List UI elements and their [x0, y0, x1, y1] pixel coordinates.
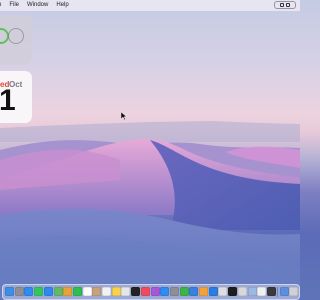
menu-item-window[interactable]: Window [23, 0, 52, 11]
textedit-icon[interactable] [257, 287, 267, 296]
contacts-icon[interactable] [92, 287, 102, 296]
activity-monitor-icon[interactable] [237, 287, 247, 296]
trash-icon[interactable] [289, 287, 299, 296]
xcode-icon[interactable] [208, 287, 218, 296]
iphone-mirroring-icon[interactable] [218, 287, 228, 296]
desktop-wallpaper [0, 121, 300, 300]
calendar-day: 1 [0, 84, 16, 117]
mail-icon[interactable] [43, 287, 53, 296]
keynote-icon[interactable] [189, 287, 199, 296]
notes-icon[interactable] [111, 287, 121, 296]
reminders-icon[interactable] [102, 287, 111, 296]
battery-widget[interactable] [0, 15, 32, 65]
numbers-icon[interactable] [179, 287, 189, 296]
terminal-icon[interactable] [228, 287, 238, 296]
calendar-icon[interactable] [82, 287, 92, 296]
menu-item-help[interactable]: Help [52, 0, 72, 11]
preview-icon[interactable] [247, 287, 257, 296]
calendar-widget[interactable]: ed Oct 1 [0, 71, 32, 123]
dock-separator [277, 287, 278, 297]
podcasts-icon[interactable] [150, 287, 160, 296]
freeform-icon[interactable] [121, 287, 131, 296]
music-icon[interactable] [140, 287, 150, 296]
pages-icon[interactable] [199, 287, 208, 296]
maps-icon[interactable] [53, 287, 63, 296]
launchpad-icon[interactable] [14, 287, 24, 296]
menu-item-file[interactable]: File [5, 0, 23, 11]
tv-icon[interactable] [131, 287, 141, 296]
menu-bar: o File Window Help [0, 0, 300, 11]
messages-icon[interactable] [34, 287, 44, 296]
safari-icon[interactable] [24, 287, 34, 296]
dock [2, 284, 300, 300]
appstore-icon[interactable] [160, 287, 170, 296]
settings-icon[interactable] [169, 287, 179, 296]
downloads-icon[interactable] [279, 287, 289, 296]
window-controls-icon[interactable] [274, 1, 296, 9]
finder-icon[interactable] [5, 287, 14, 296]
photos-icon[interactable] [63, 287, 73, 296]
facetime-icon[interactable] [72, 287, 82, 296]
battery-ring-empty-icon [8, 28, 24, 44]
calculator-icon[interactable] [266, 287, 276, 296]
